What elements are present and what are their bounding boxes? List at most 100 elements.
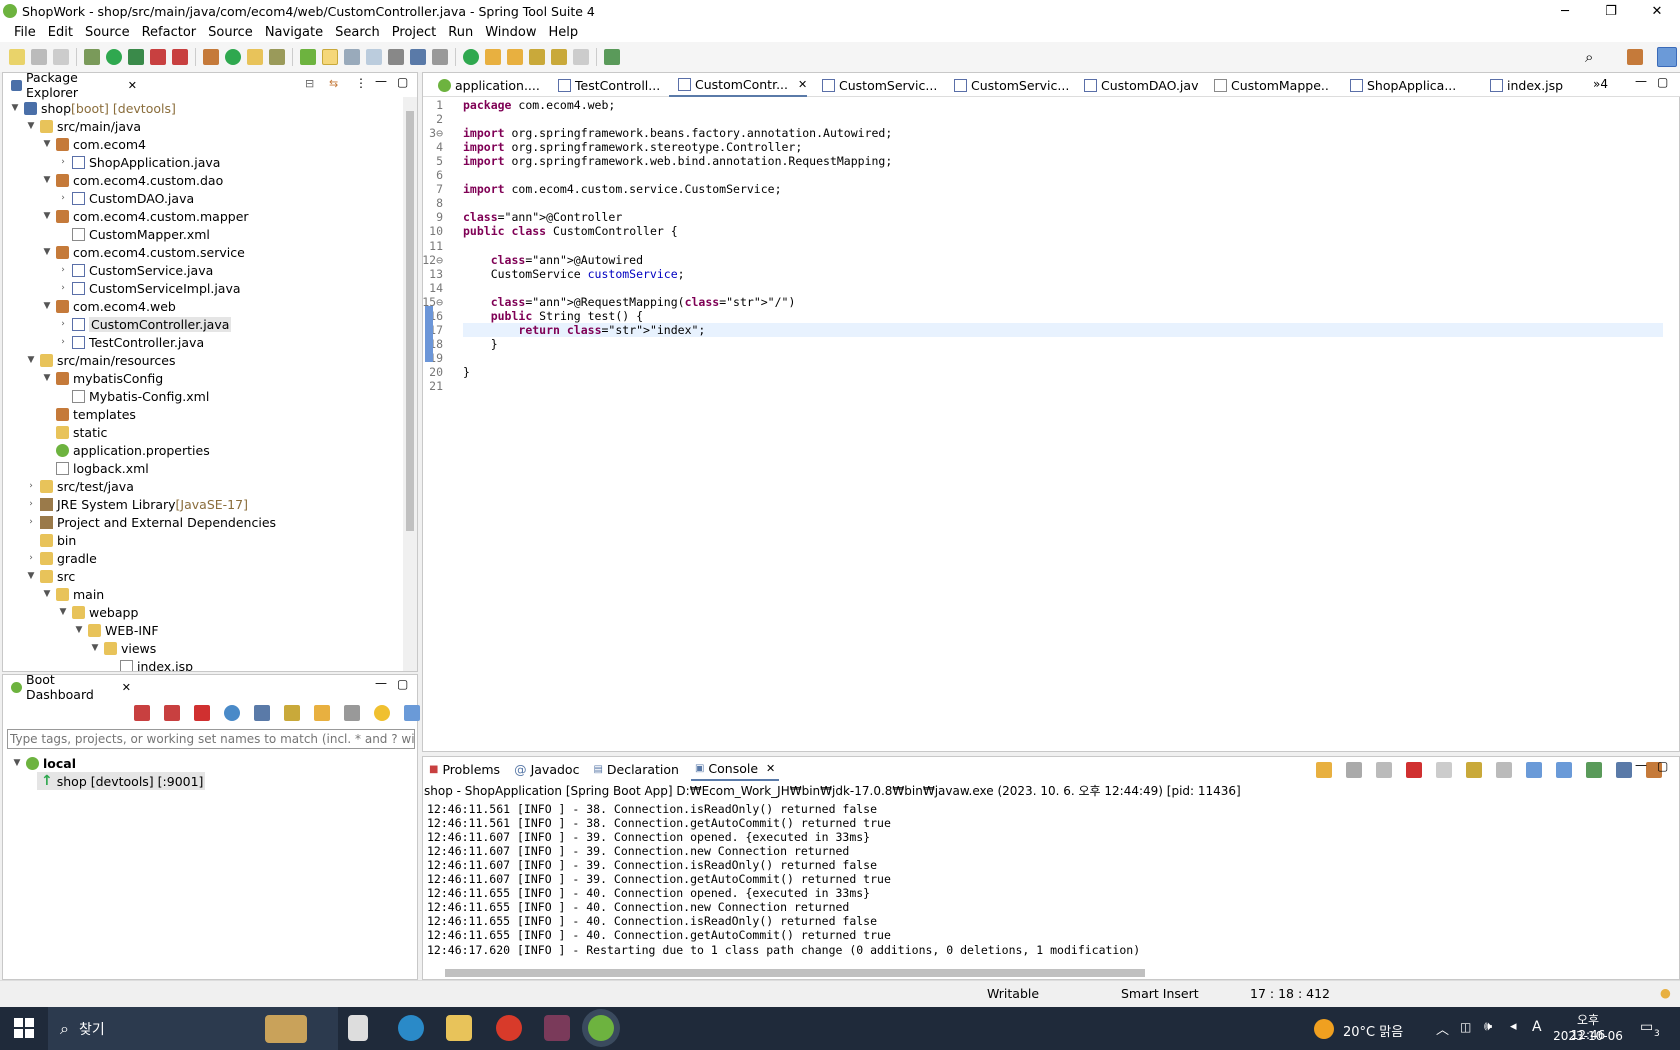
scrollbar-thumb[interactable] (445, 969, 1145, 977)
word-wrap-console-icon[interactable] (1496, 762, 1512, 778)
chevron-down-icon[interactable]: ▼ (41, 211, 53, 221)
chevron-down-icon[interactable]: ▼ (41, 301, 53, 311)
tree-item[interactable]: ▼ src (25, 567, 76, 585)
chevron-right-icon[interactable]: › (25, 517, 37, 527)
stop-all-icon[interactable] (164, 705, 180, 721)
tree-item[interactable]: static (41, 423, 107, 441)
show-on-stderr-icon[interactable] (1556, 762, 1572, 778)
menu-project[interactable]: Project (386, 25, 442, 40)
tree-item[interactable]: › CustomServiceImpl.java (57, 279, 240, 297)
chevron-down-icon[interactable]: ▼ (73, 625, 85, 635)
minimize-view-icon[interactable]: — (1635, 74, 1647, 88)
tree-item[interactable]: › Project and External Dependencies (25, 513, 276, 531)
tree-item[interactable]: bin (25, 531, 76, 549)
open-browser-icon[interactable] (224, 705, 240, 721)
pin-editor-icon[interactable] (604, 49, 620, 65)
show-on-stdout-icon[interactable] (1526, 762, 1542, 778)
back-icon[interactable] (551, 49, 567, 65)
boot-run-icon[interactable] (463, 49, 479, 65)
code-line[interactable]: return class="str">"index"; (463, 322, 1663, 337)
edge-icon[interactable] (398, 1015, 424, 1041)
tree-item[interactable]: › ShopApplication.java (57, 153, 220, 171)
network-icon[interactable]: ◫ (1460, 1020, 1471, 1034)
menu-source-2[interactable]: Source (202, 25, 259, 40)
chevron-down-icon[interactable]: ▼ (41, 247, 53, 257)
chevron-down-icon[interactable]: ▼ (41, 589, 53, 599)
maximize-view-icon[interactable]: ▢ (1657, 75, 1668, 89)
maximize-view-icon[interactable]: ▢ (397, 75, 408, 89)
app-icon[interactable] (544, 1015, 570, 1041)
tree-item[interactable]: ▼ com.ecom4.custom.mapper (41, 207, 249, 225)
minimize-button[interactable]: ─ (1542, 0, 1588, 22)
tree-item[interactable]: index.jsp (105, 657, 193, 671)
tree-item[interactable]: CustomMapper.xml (57, 225, 210, 243)
windows-start-icon[interactable] (14, 1018, 34, 1038)
tree-item[interactable]: › gradle (25, 549, 97, 567)
clear-console-icon[interactable] (1436, 762, 1452, 778)
tree-item[interactable]: ▼ com.ecom4 (41, 135, 146, 153)
package-explorer-scrollbar[interactable] (403, 97, 417, 671)
task-view-icon[interactable] (348, 1015, 368, 1041)
tree-item[interactable]: ▼ src/main/java (25, 117, 142, 135)
close-icon[interactable]: ✕ (798, 78, 807, 91)
editor-tab[interactable]: CustomDAO.java (1075, 73, 1199, 97)
editor-tab[interactable]: ShopApplica... (1341, 73, 1465, 97)
code-line[interactable]: import com.ecom4.custom.service.CustomSe… (463, 182, 782, 196)
tab-problems[interactable]: Problems (442, 762, 500, 777)
code-line[interactable]: import org.springframework.web.bind.anno… (463, 154, 892, 168)
editor-overflow-tabs[interactable]: »4 (1593, 77, 1608, 91)
editor-tab[interactable]: index.jsp (1481, 73, 1605, 97)
search-tool-icon[interactable] (269, 49, 285, 65)
editor-tab[interactable]: CustomServic... (813, 73, 937, 97)
code-line[interactable]: package com.ecom4.web; (463, 98, 615, 112)
remove-all-icon[interactable] (1376, 762, 1392, 778)
boot-filter-input[interactable] (7, 729, 415, 749)
editor-horizontal-scrollbar[interactable] (463, 731, 1663, 743)
chevron-down-icon[interactable]: ▼ (41, 139, 53, 149)
tree-item[interactable]: › src/test/java (25, 477, 134, 495)
menu-help[interactable]: Help (542, 25, 584, 40)
ime-indicator[interactable]: A (1532, 1019, 1542, 1035)
close-icon[interactable]: ✕ (128, 79, 137, 92)
tree-item[interactable]: ▼ views (89, 639, 157, 657)
chevron-down-icon[interactable]: ▼ (25, 355, 37, 365)
chrome-icon[interactable] (496, 1015, 522, 1041)
tree-item[interactable]: ▼ shop [boot] [devtools] (9, 99, 176, 117)
bulb-icon[interactable] (374, 705, 390, 721)
editor-tab[interactable]: TestControll... (549, 73, 673, 97)
save-all-icon[interactable] (53, 49, 69, 65)
code-line[interactable]: class="ann">@RequestMapping(class="str">… (463, 295, 796, 309)
menu-search[interactable]: Search (329, 25, 386, 40)
volume-icon[interactable]: 🕪 (1484, 1019, 1492, 1034)
editor-vertical-scrollbar[interactable] (1667, 98, 1679, 728)
chevron-down-icon[interactable]: ▼ (25, 121, 37, 131)
new-package-icon[interactable] (203, 49, 219, 65)
taskbar-search-box[interactable]: ⌕ 찾기 (48, 1007, 338, 1050)
chevron-right-icon[interactable]: › (25, 553, 37, 563)
boot-app-row[interactable]: ↑ shop [devtools] [:9001] (37, 772, 206, 790)
tree-item[interactable]: ▼ mybatisConfig (41, 369, 164, 387)
tree-item[interactable]: › CustomController.java (57, 315, 232, 333)
menu-edit[interactable]: Edit (42, 25, 79, 40)
terminate-icon[interactable] (1406, 762, 1422, 778)
link-icon[interactable] (284, 705, 300, 721)
filter-icon[interactable] (404, 705, 420, 721)
chevron-right-icon[interactable]: › (57, 193, 69, 203)
chevron-right-icon[interactable]: › (25, 499, 37, 509)
minimize-view-icon[interactable]: — (375, 676, 387, 690)
next-annotation-icon[interactable] (485, 49, 501, 65)
chevron-down-icon[interactable]: ▼ (41, 175, 53, 185)
chevron-right-icon[interactable]: › (57, 157, 69, 167)
save-icon[interactable] (31, 49, 47, 65)
close-window-button[interactable]: ✕ (1634, 0, 1680, 22)
maximize-button[interactable]: ❐ (1588, 0, 1634, 22)
display-console-icon[interactable] (1616, 762, 1632, 778)
run-icon[interactable] (106, 49, 122, 65)
maximize-view-icon[interactable]: ▢ (1657, 759, 1668, 773)
last-edit-icon[interactable] (529, 49, 545, 65)
chevron-right-icon[interactable]: › (57, 265, 69, 275)
console-icon[interactable] (410, 49, 426, 65)
code-editor[interactable]: 1 package com.ecom4.web; 2 3⊖ import org.spr… (422, 98, 1665, 728)
tab-javadoc[interactable]: Javadoc (531, 762, 580, 777)
menu-window[interactable]: Window (479, 25, 542, 40)
